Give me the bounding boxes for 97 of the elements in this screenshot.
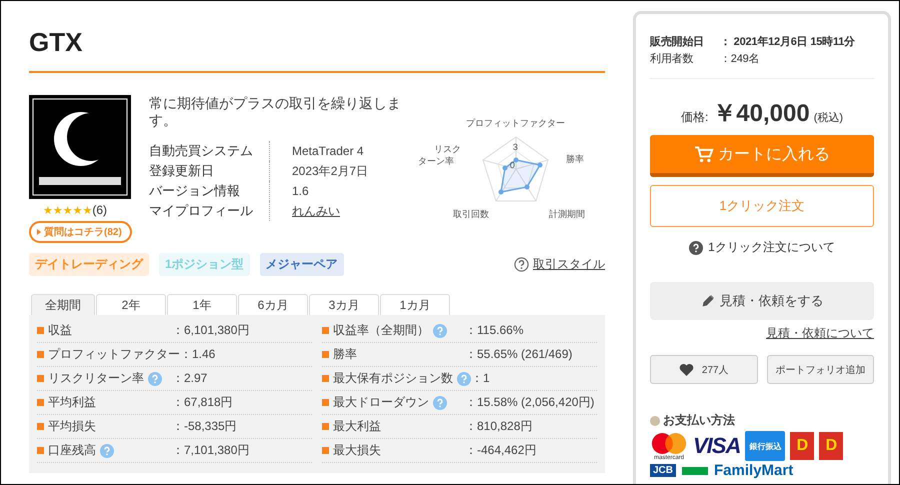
sale-info-value: ： 2021年12月6日 15時11分 <box>720 34 855 50</box>
info-label: バージョン情報 <box>149 181 270 201</box>
portfolio-add-button[interactable]: ポートフォリオ追加 <box>766 355 874 384</box>
help-icon[interactable] <box>457 372 471 386</box>
info-label: 登録更新日 <box>149 161 270 181</box>
stat-value: ：-464,462円 <box>465 442 538 459</box>
review-count: (6) <box>92 203 108 217</box>
heart-icon <box>678 362 694 376</box>
bullet-square-icon <box>322 399 329 406</box>
sale-info-label: 利用者数 <box>650 52 694 67</box>
stat-label: 勝率 <box>333 346 357 363</box>
estimate-info-link[interactable]: 見積・依頼について <box>766 325 874 342</box>
help-icon[interactable] <box>148 372 162 386</box>
help-icon <box>689 240 704 254</box>
period-tab[interactable]: 1年 <box>167 294 237 315</box>
bank-transfer-logo: 銀行振込 <box>745 431 786 461</box>
help-icon[interactable] <box>433 396 447 410</box>
stat-label: 収益率（全期間） <box>333 322 429 339</box>
help-icon <box>514 257 529 272</box>
help-icon[interactable] <box>100 444 114 458</box>
stat-label: 最大保有ポジション数 <box>333 370 453 387</box>
pen-icon <box>700 294 714 308</box>
period-tab[interactable]: 3カ月 <box>309 294 379 315</box>
stat-label: プロフィットファクター <box>48 346 180 363</box>
profile-link[interactable]: れんみい <box>270 202 340 220</box>
stat-label: 最大ドローダウン <box>333 394 429 411</box>
bullet-square-icon <box>322 423 329 430</box>
sale-info-value: ：249名 <box>720 52 760 67</box>
stat-value: ：2.97 <box>172 370 208 387</box>
period-tab[interactable]: 全期間 <box>31 294 95 315</box>
one-click-help-link[interactable]: 1クリック注文について <box>708 239 835 256</box>
store-logo: D <box>819 432 844 460</box>
price-value: ￥40,000 <box>712 99 810 129</box>
stat-value: ：15.58% (2,056,420円) <box>465 394 596 411</box>
bullet-square-icon <box>322 375 329 382</box>
stat-value: ：1.46 <box>180 346 216 363</box>
stat-label: 平均利益 <box>48 394 96 411</box>
trade-style-link[interactable]: 取引スタイル <box>533 256 605 273</box>
estimate-button[interactable]: 見積・依頼をする <box>650 282 874 320</box>
stat-label: 収益 <box>48 322 72 339</box>
payment-title: お支払い方法 <box>663 412 735 429</box>
stat-value: ：67,818円 <box>172 394 234 411</box>
period-tab[interactable]: 1カ月 <box>380 294 450 315</box>
store-logo: D <box>790 432 814 460</box>
stat-label: 最大利益 <box>333 418 381 435</box>
stat-label: リスクリターン率 <box>48 370 144 387</box>
bullet-square-icon <box>322 447 329 454</box>
info-label: マイプロフィール <box>149 201 270 221</box>
bullet-square-icon <box>37 351 44 358</box>
stat-value: ：1 <box>471 370 491 387</box>
help-icon[interactable] <box>433 324 447 338</box>
stat-label: 口座残高 <box>48 442 96 459</box>
bullet-square-icon <box>37 447 44 454</box>
bullet-square-icon <box>322 351 329 358</box>
bullet-square-icon <box>37 399 44 406</box>
sale-info-label: 販売開始日 <box>650 34 706 50</box>
beige-dot-icon <box>650 416 660 426</box>
bullet-square-icon <box>37 375 44 382</box>
radar-axis-label: プロフィットファクター <box>466 117 565 129</box>
info-label: 自動売買システム <box>149 141 270 161</box>
stat-value: ：-58,335円 <box>172 418 238 435</box>
period-tab[interactable]: 2年 <box>96 294 166 315</box>
stat-label: 平均損失 <box>48 418 96 435</box>
bullet-square-icon <box>37 327 44 334</box>
stripe-logo <box>682 466 708 474</box>
stat-value: ：6,101,380円 <box>172 322 250 339</box>
star-rating: ★★★★★ <box>43 204 92 217</box>
period-tab[interactable]: 6カ月 <box>238 294 308 315</box>
radar-axis-label: ターン率 <box>418 155 454 167</box>
radar-axis-label: リスク <box>434 143 461 155</box>
jcb-logo: JCB <box>650 464 676 477</box>
info-value: 1.6 <box>291 184 309 198</box>
tax-note: (税込) <box>814 111 844 125</box>
bullet-square-icon <box>322 327 329 334</box>
stat-value: ：55.65% (261/469) <box>465 346 574 363</box>
info-value: MetaTrader 4 <box>291 144 364 158</box>
product-title: GTX <box>29 27 84 59</box>
radar-axis-label: 勝率 <box>566 153 584 165</box>
product-description: 常に期待値がプラスの取引を繰り返します。 <box>149 95 402 129</box>
stat-value: ：7,101,380円 <box>172 442 250 459</box>
style-tag: デイトレーディング <box>29 253 149 276</box>
familymart-logo: FamilyMart <box>714 463 794 478</box>
radar-axis-label: 計測期間 <box>548 208 585 220</box>
favorite-button[interactable]: 277人 <box>650 355 758 384</box>
style-tag: メジャーペア <box>260 253 344 276</box>
stat-label: 最大損失 <box>333 442 381 459</box>
radar-tick-label: 3 <box>512 142 518 152</box>
stat-value: ：115.66% <box>465 322 524 339</box>
radar-tick-label: 0 <box>510 160 515 170</box>
style-tag: 1ポジション型 <box>159 253 250 276</box>
info-value: 2023年2月7日 <box>291 162 368 180</box>
cart-icon <box>694 145 714 163</box>
stat-value: ：810,828円 <box>465 418 534 435</box>
bullet-square-icon <box>37 423 44 430</box>
price-label: 価格: <box>680 109 708 126</box>
visa-logo: VISA <box>693 433 740 459</box>
radar-axis-label: 取引回数 <box>452 208 489 220</box>
